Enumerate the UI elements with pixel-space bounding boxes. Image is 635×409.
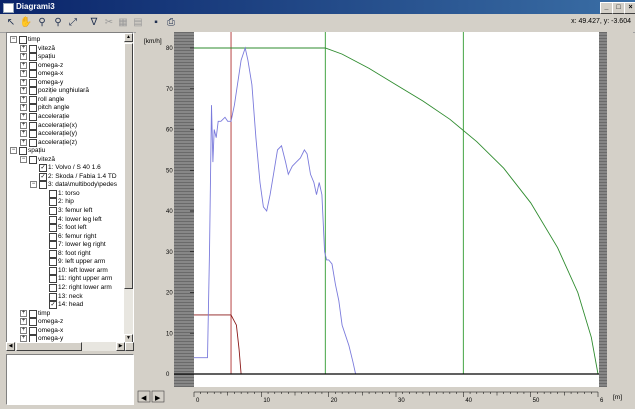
expand-icon[interactable]: + [20, 70, 27, 78]
app-icon [3, 3, 14, 13]
arrow-icon[interactable]: ↖ [4, 16, 18, 30]
x-axis-label: [m] [613, 394, 622, 401]
expand-icon[interactable]: + [20, 87, 27, 95]
y-tick-label: 50 [166, 168, 173, 174]
table-icon[interactable]: ▦ [116, 16, 130, 30]
expand-icon[interactable]: + [20, 326, 27, 334]
cursor-coordinates: x: 49.427, y: -3.604 [571, 18, 631, 25]
expand-icon[interactable]: + [20, 78, 27, 86]
chart-scroll-controls: ◀ ▶ [137, 390, 165, 403]
x-tick-label: 6 [600, 398, 604, 404]
info-pane [6, 354, 134, 405]
expand-icon[interactable]: + [20, 112, 27, 120]
expand-icon[interactable]: + [20, 130, 27, 138]
collapse-icon[interactable]: − [10, 36, 17, 43]
print-icon[interactable]: ⎙ [164, 16, 178, 30]
x-tick-label: 50 [533, 398, 540, 404]
y-tick-label: 20 [166, 291, 173, 297]
expand-icon[interactable]: + [20, 121, 27, 129]
expand-icon[interactable]: + [20, 44, 27, 52]
expand-icon[interactable]: + [20, 309, 27, 317]
diagram-window: Diagrami3 _ □ × ↖ ✋ ⚲ ⚲ ⤢ ∇ ✂ ▦ ▤ ▪ ⎙ x:… [0, 0, 635, 409]
hand-icon[interactable]: ✋ [19, 16, 33, 30]
hscroll-thumb[interactable] [16, 342, 82, 351]
grid-icon[interactable]: ▤ [131, 16, 145, 30]
right-hatched-margin [599, 32, 633, 387]
left-arrow-icon: ◀ [141, 395, 147, 402]
y-tick-label: 60 [166, 128, 173, 134]
series-tree: − timp + viteză + spațiu + omega-z + omega-x + omeg… [6, 32, 134, 344]
x-tick-label: 20 [331, 398, 338, 404]
y-tick-label: 30 [166, 250, 173, 256]
zoom-icon[interactable]: ⚲ [35, 16, 49, 30]
left-hatched-margin [174, 32, 194, 387]
right-arrow-icon: ▶ [155, 395, 161, 402]
zoom-minus-icon[interactable]: ⚲ [51, 16, 65, 30]
fit-icon[interactable]: ⤢ [66, 16, 80, 30]
close-button[interactable]: × [624, 2, 635, 14]
y-tick-label: 0 [166, 372, 170, 378]
expand-icon[interactable]: + [20, 138, 27, 146]
scroll-right-button[interactable]: ▶ [116, 342, 125, 351]
expand-icon[interactable]: + [20, 95, 27, 103]
collapse-icon[interactable]: − [30, 181, 37, 189]
scroll-corner [125, 342, 134, 351]
filter-icon[interactable]: ∇ [87, 16, 101, 30]
y-axis-label: [km/h] [144, 38, 162, 45]
expand-icon[interactable]: + [20, 318, 27, 326]
cut-icon[interactable]: ✂ [102, 16, 116, 30]
title-bar[interactable]: Diagrami3 _ □ × [0, 0, 635, 14]
x-tick-label: 10 [263, 398, 270, 404]
expand-icon[interactable]: + [20, 61, 27, 69]
tree-items: − timp + viteză + spațiu + omega-z + omega-x + omeg… [7, 33, 123, 343]
scroll-thumb[interactable] [124, 43, 133, 289]
window-title: Diagrami3 [16, 2, 55, 11]
scroll-left-button[interactable]: ◀ [6, 342, 15, 351]
y-tick-label: 40 [166, 209, 173, 215]
y-tick-label: 70 [166, 87, 173, 93]
x-tick-label: 40 [465, 398, 472, 404]
scroll-up-button[interactable]: ▲ [124, 33, 133, 42]
expand-icon[interactable]: + [20, 104, 27, 112]
collapse-icon[interactable]: − [10, 147, 17, 155]
expand-icon[interactable]: + [20, 53, 27, 61]
toolbar: ↖ ✋ ⚲ ⚲ ⤢ ∇ ✂ ▦ ▤ ▪ ⎙ x: 49.427, y: -3.6… [0, 14, 635, 33]
tree-horizontal-scrollbar[interactable]: ◀ ▶ [6, 342, 134, 351]
save-icon[interactable]: ▪ [149, 16, 163, 30]
collapse-icon[interactable]: − [20, 155, 27, 163]
chart-area[interactable]: [km/h] 0 10 20 30 40 50 60 70 80 0 10 20 30 40 50 6 [m… [136, 32, 633, 404]
x-tick-label: 30 [398, 398, 405, 404]
y-tick-label: 10 [166, 331, 173, 337]
tree-vertical-scrollbar[interactable]: ▲ ▼ [124, 33, 133, 343]
speed-distance-chart[interactable]: [km/h] 01020304050607080 0 10 20 30 40 50 6 [m… [136, 32, 633, 404]
y-tick-label: 80 [166, 46, 173, 52]
